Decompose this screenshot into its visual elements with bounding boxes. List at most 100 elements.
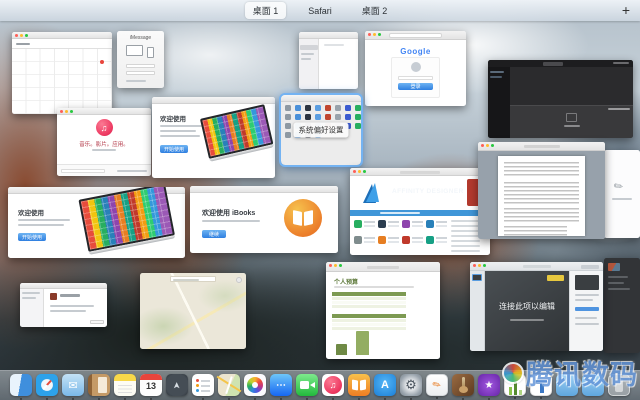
featured-banner: AFFINITY DESIGNER [350,176,490,210]
contacts-window[interactable] [20,283,107,327]
photos-welcome-window[interactable]: 欢迎使用 开始使用 [152,97,275,178]
garageband-icon[interactable] [452,374,474,400]
itunes-window[interactable]: ♫ 音乐。影片。应用。 [57,108,151,176]
ibooks-icon[interactable] [348,374,370,400]
system-preferences-window[interactable]: 系统偏好设置 [279,93,363,167]
system-preferences-icon[interactable] [400,374,422,400]
edit-button [90,320,104,324]
finder-icon[interactable] [10,374,32,400]
itunes-icon[interactable] [322,374,344,400]
thumbnail [608,263,620,271]
document-page [498,156,585,236]
traffic-lights-icon [353,170,356,173]
numbers-window[interactable]: 个人预算 [326,262,440,359]
notes-sidebar [299,39,319,89]
banner-title: AFFINITY DESIGNER [392,188,464,195]
partial-dark-window[interactable] [604,258,640,353]
macbook-screen [199,104,274,159]
document-area [478,151,605,239]
titlebar [190,186,338,193]
email-field [398,76,433,80]
space-desktop-2[interactable]: 桌面 2 [354,2,396,19]
messages-icon[interactable] [270,374,292,400]
spaces-bar: 桌面 1 Safari 桌面 2 [0,0,640,21]
photos-welcome-window-2[interactable]: 欢迎使用 开始使用 [8,187,185,258]
chart-bar [336,344,347,355]
avatar [410,62,421,72]
imovie-icon[interactable] [478,374,500,400]
app-store-icon[interactable] [374,374,396,400]
imessage-window[interactable]: iMessage [117,31,164,88]
selected-note [300,45,318,50]
documents-folder-icon[interactable] [582,374,604,396]
table-row [332,326,406,330]
calendar-icon[interactable]: 13 [140,374,162,400]
ibooks-window[interactable]: 欢迎使用 iBooks 继续 [190,186,338,253]
titlebar [326,262,440,272]
itunes-tagline: 音乐。影片。应用。 [79,142,129,148]
keynote-icon[interactable] [530,374,552,399]
titlebar [470,262,603,271]
get-started-button: 开始使用 [160,145,188,153]
maps-icon[interactable] [218,374,240,400]
google-signin-card: 登录 [391,57,440,98]
keynote-window[interactable]: 连接此项以编辑 [470,262,603,351]
titlebar [488,60,633,67]
affinity-logo-icon [366,183,379,202]
maps-search-field [170,276,216,282]
add-space-button[interactable]: + [622,1,630,19]
dark-bottom-panel [510,105,633,138]
contacts-icon[interactable] [88,374,110,400]
itunes-footer-field [61,169,105,173]
macbook-illustration [78,187,176,255]
mail-icon[interactable] [62,374,84,400]
titlebar [12,32,112,39]
app-store-window[interactable]: AFFINITY DESIGNER [350,168,490,255]
launchpad-icon[interactable] [166,374,188,396]
downloads-folder-icon[interactable] [556,374,578,396]
inspector-segment [575,307,599,311]
partial-document-window[interactable]: ✎ [604,150,640,238]
reminders-icon[interactable] [192,374,214,400]
numbers-icon[interactable] [504,374,526,399]
maps-window[interactable] [140,273,246,349]
titlebar [478,142,605,151]
safari-icon[interactable] [36,374,58,400]
sheet-title: 个人预算 [334,280,359,286]
welcome-heading: 欢迎使用 [18,210,44,217]
macbook-illustration [199,104,275,162]
pages-icon[interactable] [426,374,448,399]
table-header [332,314,406,318]
dark-app-window[interactable] [488,60,633,138]
space-desktop-1[interactable]: 桌面 1 [244,2,287,19]
imessage-title: iMessage [129,35,152,41]
traffic-lights-icon [15,34,18,37]
facetime-icon[interactable] [296,374,318,400]
trash-icon[interactable] [608,374,630,396]
calendar-weekday-header [12,40,112,49]
itunes-footer [57,164,151,176]
safari-google-window[interactable]: Google 登录 [365,31,466,106]
photos-icon[interactable] [244,374,266,400]
pages-document-window[interactable] [478,142,605,239]
notes-window[interactable] [299,32,358,89]
comment-badge [547,275,564,281]
chart-bar [356,331,369,355]
titlebar [299,32,358,39]
calendar-today-marker [100,60,104,64]
table-row [332,318,406,322]
phone-illustration-icon [147,47,154,58]
calendar-window[interactable] [12,32,112,114]
ibooks-heading: 欢迎使用 iBooks [202,210,256,217]
calendar-month-grid [12,49,112,114]
mission-control: 桌面 1 Safari 桌面 2 + iMessage Google 登录 ♫ … [0,0,640,400]
signin-button: 登录 [398,83,433,90]
contact-avatar [50,293,57,300]
get-started-button: 开始使用 [18,233,46,241]
space-safari[interactable]: Safari [300,4,340,18]
dark-sidebar [488,67,510,138]
macbook-screen [78,187,175,252]
dock: 13 [0,370,640,400]
calendar-day: 13 [145,381,156,391]
notes-icon[interactable] [114,374,136,400]
